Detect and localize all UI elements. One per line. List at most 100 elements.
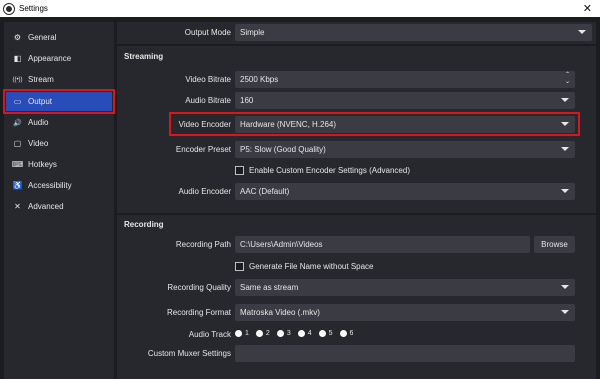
radio-label: 2 [265, 330, 270, 337]
chevron-down-icon [561, 98, 569, 102]
title-bar: Settings ✕ [0, 0, 600, 17]
video-bitrate-value: 2500 Kbps [240, 75, 279, 84]
gear-icon: ⚙ [13, 33, 22, 42]
output-settings-content: Output Mode Simple Streaming Video Bitra… [117, 22, 596, 379]
streaming-section-title: Streaming [124, 52, 164, 61]
radio-dot[interactable] [255, 330, 263, 337]
radio-dot[interactable] [318, 330, 326, 337]
checkbox-box[interactable] [235, 166, 244, 175]
radio-label: 4 [307, 330, 312, 337]
audio-track-radio[interactable]: 5 [318, 330, 333, 337]
chevron-down-icon [578, 30, 586, 34]
settings-window: ⚙ General ◧ Appearance ((•)) Stream ▭ Ou… [0, 17, 600, 379]
sidebar-item-video[interactable]: ▢ Video [6, 134, 112, 153]
keyboard-icon: ⌨ [11, 160, 24, 169]
audio-bitrate-label: Audio Bitrate [185, 96, 231, 105]
sidebar-item-label: Audio [28, 118, 49, 127]
encoder-preset-label: Encoder Preset [175, 145, 231, 154]
chevron-down-icon [561, 147, 569, 151]
radio-dot[interactable] [276, 330, 284, 337]
sidebar-item-label: Appearance [28, 54, 72, 63]
recording-path-label: Recording Path [175, 240, 231, 249]
chevron-down-icon [561, 285, 569, 289]
sidebar-item-label: Stream [28, 75, 54, 84]
speaker-icon: 🔊 [13, 119, 22, 127]
video-icon: ▢ [13, 139, 22, 148]
window-title: Settings [19, 4, 48, 13]
sidebar-item-appearance[interactable]: ◧ Appearance [6, 49, 112, 68]
audio-bitrate-select[interactable]: 160 [235, 92, 575, 109]
radio-label: 3 [286, 330, 291, 337]
sidebar-item-advanced[interactable]: ✕ Advanced [6, 197, 112, 216]
recording-format-label: Recording Format [166, 308, 231, 317]
sidebar-item-accessibility[interactable]: ♿ Accessibility [6, 176, 112, 195]
output-mode-value: Simple [240, 28, 265, 37]
video-encoder-value: Hardware (NVENC, H.264) [240, 120, 337, 129]
spinner-arrows-icon[interactable]: ⌃ ⌄ [565, 72, 570, 86]
audio-track-radio[interactable]: 2 [255, 330, 270, 337]
sidebar-item-label: Output [28, 97, 53, 106]
custom-encoder-label: Enable Custom Encoder Settings (Advanced… [249, 166, 410, 175]
chevron-down-icon [561, 310, 569, 314]
output-mode-panel: Output Mode Simple [117, 22, 596, 44]
sidebar-item-hotkeys[interactable]: ⌨ Hotkeys [6, 155, 112, 174]
radio-label: 5 [328, 330, 333, 337]
custom-encoder-checkbox[interactable]: Enable Custom Encoder Settings (Advanced… [235, 166, 410, 175]
sidebar-item-label: General [28, 33, 57, 42]
recording-quality-value: Same as stream [240, 283, 299, 292]
monitor-icon: ▭ [13, 97, 22, 106]
sidebar-item-general[interactable]: ⚙ General [6, 28, 112, 47]
accessibility-icon: ♿ [12, 181, 23, 190]
audio-encoder-label: Audio Encoder [178, 187, 231, 196]
no-space-label: Generate File Name without Space [249, 262, 374, 271]
custom-muxer-input[interactable] [235, 345, 575, 362]
audio-track-radios: 1 2 3 4 5 6 [235, 330, 360, 337]
video-encoder-select[interactable]: Hardware (NVENC, H.264) [235, 116, 575, 133]
radio-dot[interactable] [297, 330, 305, 337]
encoder-preset-value: P5: Slow (Good Quality) [240, 145, 326, 154]
encoder-preset-select[interactable]: P5: Slow (Good Quality) [235, 141, 575, 158]
sidebar-item-audio[interactable]: 🔊 Audio [6, 113, 112, 132]
radio-dot[interactable] [235, 330, 242, 337]
audio-track-label: Audio Track [188, 330, 231, 339]
checkbox-box[interactable] [235, 262, 244, 271]
radio-dot[interactable] [339, 330, 347, 337]
recording-panel: Recording Recording Path C:\Users\Admin\… [117, 215, 596, 379]
obs-logo-icon [4, 3, 14, 14]
close-icon[interactable]: ✕ [583, 2, 592, 15]
audio-track-radio[interactable]: 6 [339, 330, 354, 337]
audio-bitrate-value: 160 [240, 96, 254, 105]
video-bitrate-label: Video Bitrate [185, 75, 231, 84]
audio-track-radio[interactable]: 3 [276, 330, 291, 337]
no-space-checkbox[interactable]: Generate File Name without Space [235, 262, 374, 271]
audio-encoder-select[interactable]: AAC (Default) [235, 183, 575, 200]
browse-button[interactable]: Browse [534, 236, 575, 253]
radio-label: 6 [349, 330, 354, 337]
video-bitrate-field[interactable]: 2500 Kbps ⌃ ⌄ [235, 71, 575, 88]
output-mode-label: Output Mode [184, 28, 231, 37]
sidebar-item-stream[interactable]: ((•)) Stream [6, 70, 112, 89]
sidebar: ⚙ General ◧ Appearance ((•)) Stream ▭ Ou… [3, 22, 115, 379]
recording-section-title: Recording [124, 220, 164, 229]
recording-format-value: Matroska Video (.mkv) [240, 308, 320, 317]
audio-encoder-value: AAC (Default) [240, 187, 290, 196]
output-mode-select[interactable]: Simple [235, 24, 592, 41]
sidebar-item-label: Accessibility [28, 181, 72, 190]
audio-track-radio[interactable]: 1 [235, 330, 249, 337]
streaming-panel: Streaming Video Bitrate 2500 Kbps ⌃ ⌄ Aud… [117, 46, 596, 213]
palette-icon: ◧ [13, 54, 22, 63]
radio-label: 1 [245, 330, 249, 337]
sidebar-item-label: Advanced [28, 202, 64, 211]
recording-quality-label: Recording Quality [167, 283, 231, 292]
video-encoder-label: Video Encoder [178, 120, 231, 129]
sidebar-item-label: Hotkeys [28, 160, 57, 169]
recording-path-value: C:\Users\Admin\Videos [240, 240, 323, 249]
recording-path-input[interactable]: C:\Users\Admin\Videos [235, 236, 530, 253]
recording-format-select[interactable]: Matroska Video (.mkv) [235, 304, 575, 321]
tools-icon: ✕ [14, 202, 21, 211]
sidebar-item-output[interactable]: ▭ Output [3, 89, 115, 114]
audio-track-radio[interactable]: 4 [297, 330, 312, 337]
broadcast-icon: ((•)) [12, 76, 23, 83]
chevron-down-icon [561, 122, 569, 126]
recording-quality-select[interactable]: Same as stream [235, 279, 575, 296]
